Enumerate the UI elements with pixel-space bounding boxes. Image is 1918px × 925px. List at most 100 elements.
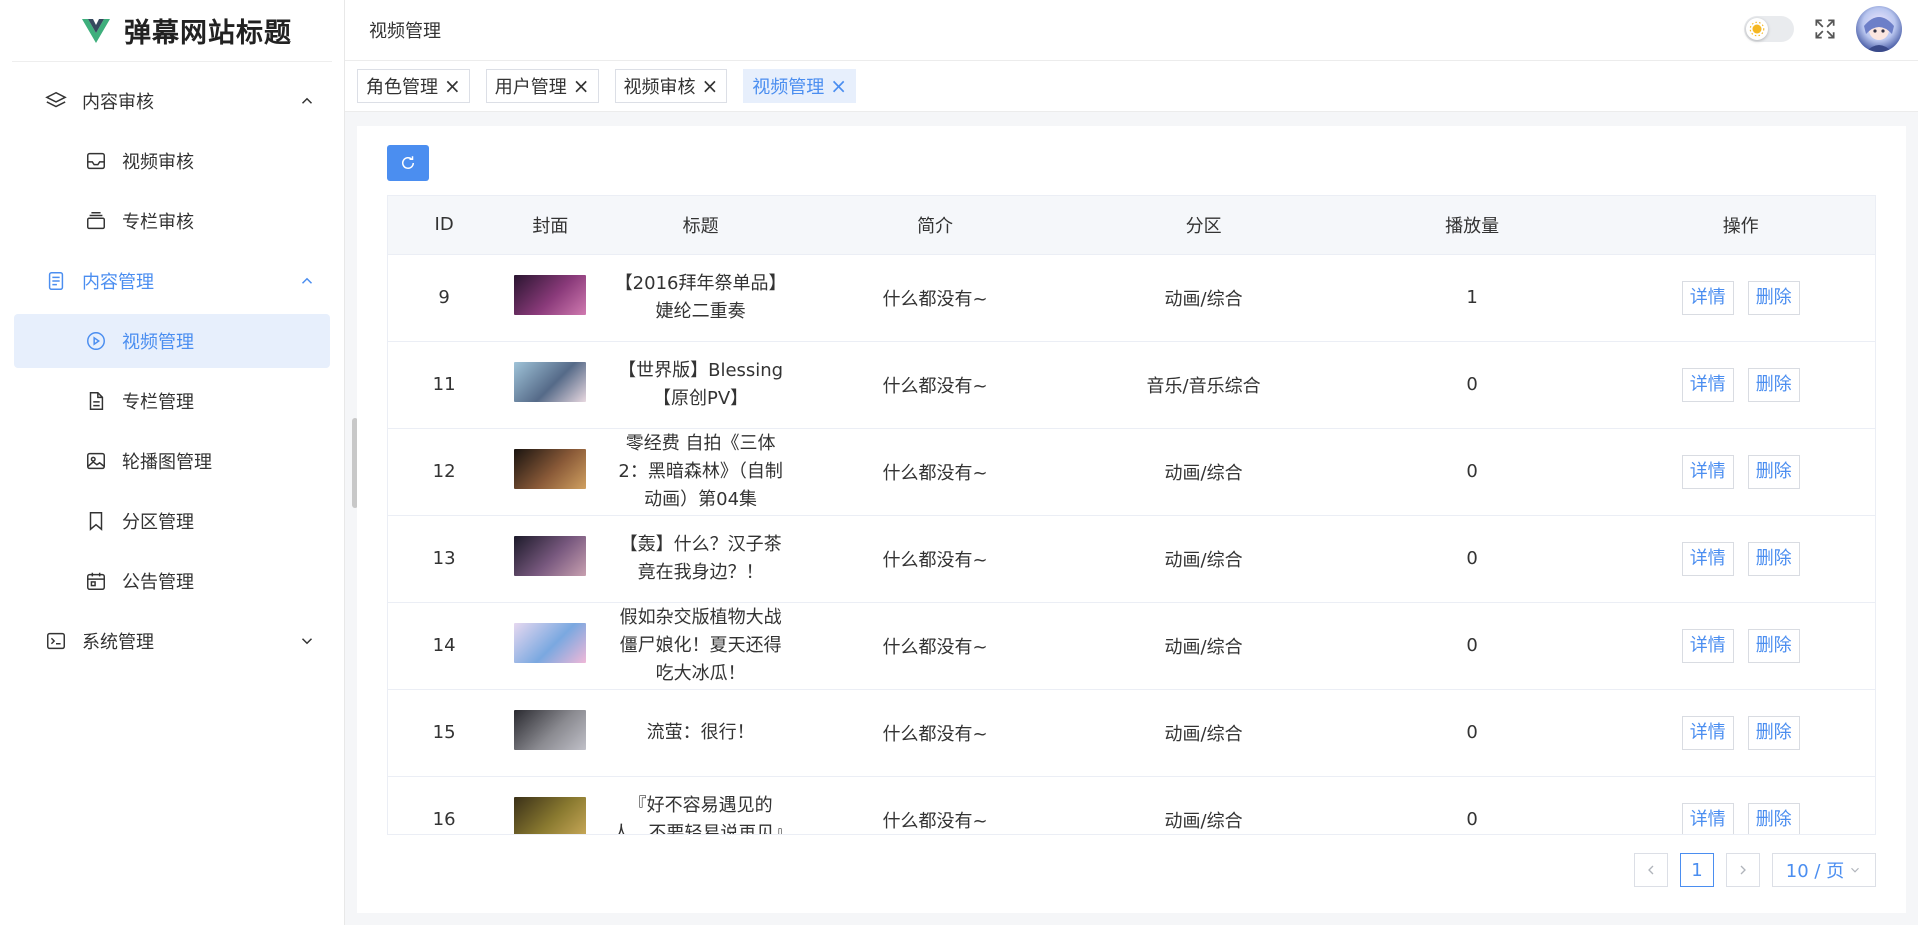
- video-cover-thumbnail: [514, 536, 587, 576]
- next-page-button[interactable]: [1726, 853, 1760, 887]
- video-cover-thumbnail: [514, 362, 587, 402]
- layers-icon: [44, 89, 68, 113]
- sidebar-item-zone-management[interactable]: 分区管理: [14, 494, 330, 548]
- sidebar-item-video-review[interactable]: 视频审核: [14, 134, 330, 188]
- prev-page-button[interactable]: [1634, 853, 1668, 887]
- cell-title: 【2016拜年祭单品】婕纶二重奏: [600, 254, 801, 342]
- cell-cover: [500, 776, 601, 834]
- detail-button[interactable]: 详情: [1681, 628, 1734, 663]
- table-row: 16 『好不容易遇见的人，不要轻易说再见』 什么都没有~ 动画/综合 0 详情 删除: [388, 776, 1875, 834]
- detail-button[interactable]: 详情: [1681, 454, 1734, 489]
- tab-label: 角色管理: [366, 76, 438, 98]
- avatar[interactable]: [1856, 6, 1902, 52]
- cell-cover: [500, 602, 601, 690]
- sidebar-group-content-review[interactable]: 内容审核: [14, 74, 330, 128]
- pagination: 1 10 / 页: [1622, 853, 1876, 887]
- delete-button[interactable]: 删除: [1747, 280, 1800, 315]
- table-row: 15 流萤：很行！ 什么都没有~ 动画/综合 0 详情 删除: [388, 689, 1875, 777]
- terminal-icon: [44, 629, 68, 653]
- table-row: 12 零经费 自拍《三体2：黑暗森林》（自制动画）第04集 什么都没有~ 动画/综合 0…: [388, 428, 1875, 516]
- cell-zone: 动画/综合: [1069, 602, 1338, 690]
- delete-button[interactable]: 删除: [1747, 715, 1800, 750]
- page-size-select[interactable]: 10 / 页: [1772, 853, 1876, 887]
- cell-cover: [500, 689, 601, 777]
- cell-actions: 详情 删除: [1606, 689, 1875, 777]
- detail-button[interactable]: 详情: [1681, 715, 1734, 750]
- cell-id: 13: [388, 515, 501, 603]
- sidebar-item-label: 轮播图管理: [122, 452, 212, 473]
- detail-button[interactable]: 详情: [1681, 802, 1734, 834]
- cell-plays: 0: [1337, 776, 1607, 834]
- chevron-up-icon: [301, 277, 313, 284]
- column-header: 播放量: [1337, 196, 1607, 255]
- table-row: 14 假如杂交版植物大战僵尸娘化！夏天还得吃大冰瓜！ 什么都没有~ 动画/综合 0 详情删…: [388, 602, 1875, 690]
- detail-button[interactable]: 详情: [1681, 541, 1734, 576]
- bookmark-icon: [84, 509, 108, 533]
- sidebar-item-carousel-management[interactable]: 轮播图管理: [14, 434, 330, 488]
- tab-video-management[interactable]: 视频管理 ×: [743, 68, 857, 103]
- chevron-down-icon: [1851, 867, 1860, 873]
- cell-cover: [500, 341, 601, 429]
- table-row: 13 【轰】什么？汉子茶竟在我身边？！ 什么都没有~ 动画/综合 0 详情 删除: [388, 515, 1875, 603]
- chevron-left-icon: [1648, 865, 1654, 875]
- cell-title: 『好不容易遇见的人，不要轻易说再见』: [600, 776, 801, 834]
- detail-button[interactable]: 详情: [1681, 367, 1734, 402]
- delete-button[interactable]: 删除: [1747, 628, 1800, 663]
- delete-button[interactable]: 删除: [1747, 541, 1800, 576]
- sidebar-item-label: 专栏审核: [122, 212, 194, 233]
- tab-label: 视频审核: [623, 76, 696, 98]
- sidebar-group-system-management[interactable]: 系统管理: [14, 614, 330, 668]
- cell-zone: 动画/综合: [1069, 515, 1338, 603]
- cell-plays: 0: [1337, 428, 1607, 516]
- cell-plays: 1: [1337, 254, 1607, 342]
- cell-zone: 动画/综合: [1069, 254, 1338, 342]
- sidebar-group-content-management[interactable]: 内容管理: [14, 254, 330, 308]
- refresh-icon: [402, 156, 414, 169]
- page-number-button[interactable]: 1: [1680, 853, 1714, 887]
- video-cover-thumbnail: [514, 623, 587, 663]
- tab-label: 用户管理: [494, 76, 567, 98]
- cell-cover: [500, 428, 601, 516]
- page-title: 视频管理: [369, 20, 441, 42]
- cell-desc: 什么都没有~: [800, 515, 1070, 603]
- column-header: ID: [388, 196, 501, 255]
- cell-zone: 动画/综合: [1069, 689, 1338, 777]
- cell-plays: 0: [1337, 602, 1607, 690]
- delete-button[interactable]: 删除: [1747, 802, 1800, 834]
- top-header: 视频管理: [345, 0, 1918, 61]
- app-title: 弹幕网站标题: [124, 18, 292, 49]
- sidebar-item-column-management[interactable]: 专栏管理: [14, 374, 330, 428]
- cell-title: 假如杂交版植物大战僵尸娘化！夏天还得吃大冰瓜！: [600, 602, 801, 690]
- cell-actions: 详情 删除: [1606, 254, 1875, 342]
- image-icon: [84, 449, 108, 473]
- sidebar-item-notice-management[interactable]: 公告管理: [14, 554, 330, 608]
- delete-button[interactable]: 删除: [1747, 367, 1800, 402]
- cell-id: 15: [388, 689, 501, 777]
- close-icon[interactable]: ×: [573, 76, 590, 96]
- tab-role-management[interactable]: 角色管理 ×: [357, 68, 470, 103]
- theme-toggle[interactable]: [1744, 16, 1794, 42]
- cell-plays: 0: [1337, 689, 1607, 777]
- cell-id: 9: [388, 254, 501, 342]
- column-header: 操作: [1606, 196, 1875, 255]
- refresh-button[interactable]: [387, 145, 429, 181]
- close-icon[interactable]: ×: [702, 76, 719, 96]
- cell-zone: 音乐/音乐综合: [1069, 341, 1338, 429]
- fullscreen-icon[interactable]: [1812, 16, 1838, 42]
- cell-actions: 详情 删除: [1606, 602, 1875, 690]
- cell-title: 流萤：很行！: [600, 689, 801, 777]
- video-cover-thumbnail: [514, 449, 587, 489]
- delete-button[interactable]: 删除: [1747, 454, 1800, 489]
- tab-user-management[interactable]: 用户管理 ×: [485, 68, 599, 103]
- sidebar-item-column-review[interactable]: 专栏审核: [14, 194, 330, 248]
- close-icon[interactable]: ×: [444, 76, 461, 96]
- sidebar-item-video-management[interactable]: 视频管理: [14, 314, 330, 368]
- tab-bar: 角色管理 × 用户管理 × 视频审核 × 视频管理 ×: [345, 60, 1918, 112]
- tab-video-review[interactable]: 视频审核 ×: [614, 68, 728, 103]
- cell-desc: 什么都没有~: [800, 341, 1070, 429]
- video-cover-thumbnail: [514, 275, 587, 315]
- close-icon[interactable]: ×: [830, 76, 847, 96]
- detail-button[interactable]: 详情: [1681, 280, 1734, 315]
- cell-id: 12: [388, 428, 501, 516]
- cell-desc: 什么都没有~: [800, 689, 1070, 777]
